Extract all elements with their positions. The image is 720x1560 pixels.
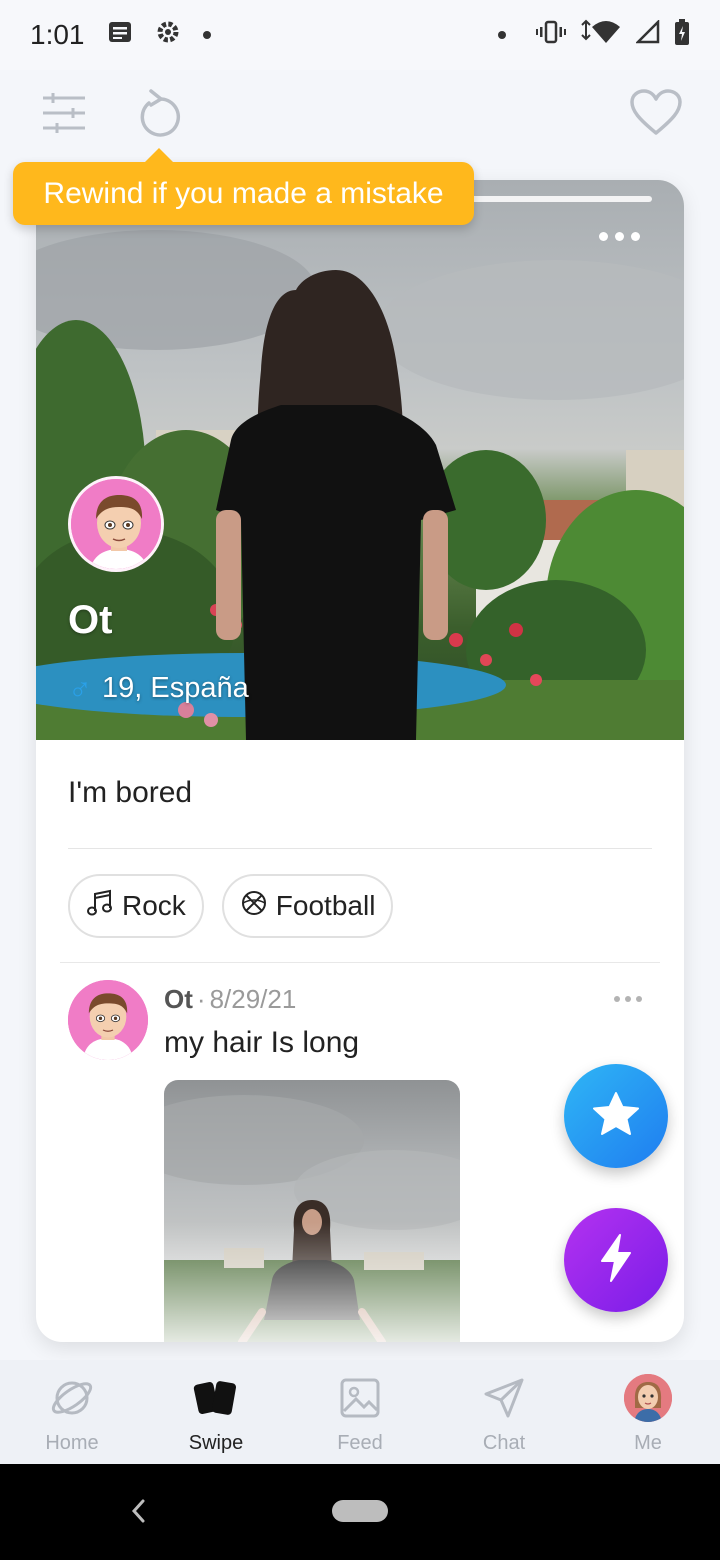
star-icon	[591, 1090, 641, 1143]
tag-label: Football	[275, 890, 376, 921]
settings-icon	[155, 19, 181, 52]
dot-icon	[202, 31, 211, 39]
avatar[interactable]	[68, 476, 164, 572]
tag-football[interactable]: Football	[221, 874, 394, 938]
post-text: my hair Is long	[164, 1026, 360, 1059]
home-pill[interactable]	[332, 1500, 388, 1522]
lightning-icon	[596, 1233, 636, 1288]
image-fade	[164, 1222, 460, 1342]
age-location: 19, España	[102, 672, 249, 704]
boost-button[interactable]	[564, 1208, 668, 1312]
nav-swipe[interactable]: Swipe	[144, 1360, 288, 1464]
male-icon: ♂	[68, 670, 92, 706]
top-toolbar	[0, 80, 720, 150]
post-separator: ·	[196, 984, 206, 1014]
nav-feed[interactable]: Feed	[288, 1360, 432, 1464]
nav-label: Me	[634, 1432, 662, 1454]
back-icon[interactable]	[128, 1496, 148, 1531]
post-header: Ot · 8/29/21	[164, 984, 296, 1015]
divider	[60, 962, 660, 963]
super-like-button[interactable]	[564, 1064, 668, 1168]
post-avatar[interactable]	[68, 980, 148, 1060]
dot-icon	[498, 31, 506, 39]
more-options-icon[interactable]	[599, 232, 640, 241]
signal-icon	[634, 18, 660, 51]
wifi-icon	[580, 19, 622, 52]
nav-me[interactable]: Me	[576, 1360, 720, 1464]
nav-label: Feed	[337, 1432, 383, 1454]
battery-icon	[674, 18, 690, 52]
nav-label: Swipe	[188, 1432, 244, 1454]
heart-outline-icon[interactable]	[628, 85, 684, 141]
nav-chat[interactable]: Chat	[432, 1360, 576, 1464]
profile-photo[interactable]: Ot ♂ 19, España	[36, 180, 684, 740]
profile-card[interactable]: Ot ♂ 19, España I'm bored Rock Football	[36, 180, 684, 1342]
music-note-icon	[86, 889, 114, 924]
notification-icon	[107, 19, 133, 51]
avatar	[624, 1374, 672, 1422]
post-more-icon[interactable]	[614, 996, 642, 1002]
vibrate-icon	[536, 19, 566, 51]
status-time: 1:01	[30, 19, 85, 50]
system-nav-bar	[0, 1464, 720, 1560]
rewind-tooltip: Rewind if you made a mistake	[13, 148, 474, 225]
profile-name: Ot	[68, 598, 113, 642]
send-icon	[480, 1374, 528, 1422]
tag-label: Rock	[122, 890, 186, 921]
image-icon	[336, 1374, 384, 1422]
nav-home[interactable]: Home	[0, 1360, 144, 1464]
post-image[interactable]	[164, 1080, 460, 1342]
planet-icon	[48, 1374, 96, 1422]
tooltip-text: Rewind if you made a mistake	[43, 176, 444, 210]
status-bar: 1:01	[0, 0, 720, 70]
profile-meta: ♂ 19, España	[68, 670, 249, 707]
post-date: 8/29/21	[209, 984, 297, 1014]
profile-bio: I'm bored	[68, 776, 193, 809]
divider	[68, 848, 652, 849]
rewind-icon[interactable]	[132, 85, 188, 141]
interest-tags: Rock Football	[68, 874, 394, 938]
cards-icon	[192, 1374, 240, 1422]
nav-label: Chat	[482, 1432, 526, 1454]
ball-icon	[240, 889, 268, 924]
tag-rock[interactable]: Rock	[68, 874, 204, 938]
bottom-nav: Home Swipe Feed Chat Me	[0, 1360, 720, 1464]
post-author[interactable]: Ot	[164, 984, 193, 1015]
nav-label: Home	[45, 1432, 99, 1454]
sliders-icon[interactable]	[36, 85, 92, 141]
